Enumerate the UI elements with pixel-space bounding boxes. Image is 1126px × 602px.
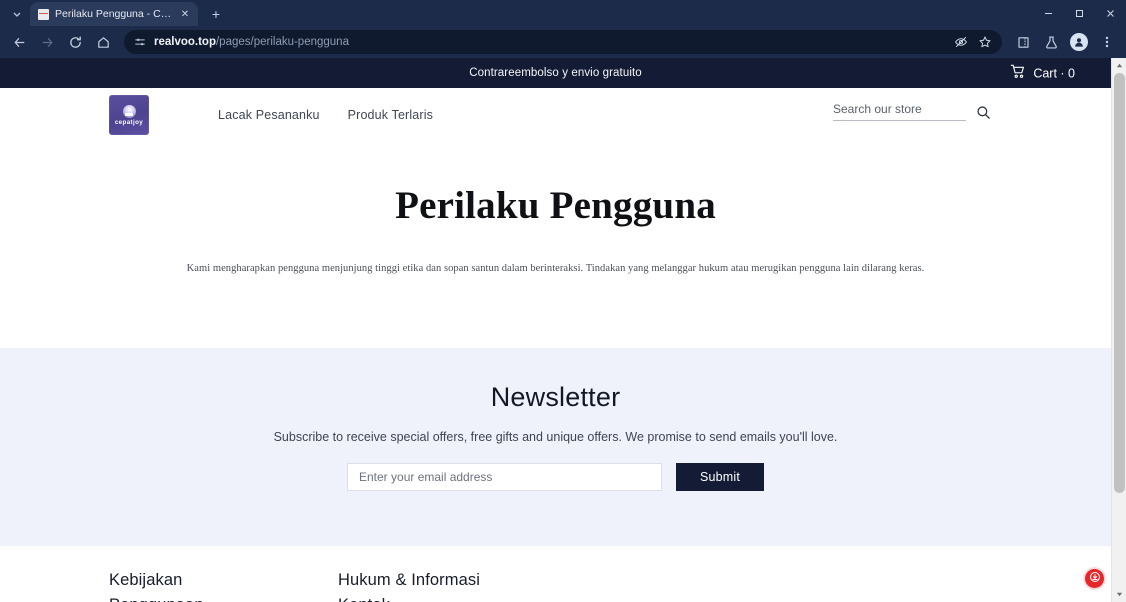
announcement-text: Contrareembolso y envio gratuito xyxy=(469,67,642,79)
newsletter-subtitle: Subscribe to receive special offers, fre… xyxy=(273,429,838,444)
window-close-icon[interactable] xyxy=(1095,0,1126,26)
search-input[interactable] xyxy=(833,102,966,121)
browser-tab-active[interactable]: Perilaku Pengguna - CepatJoy ✕ xyxy=(30,2,198,26)
newsletter-section: Newsletter Subscribe to receive special … xyxy=(0,347,1111,546)
window-controls xyxy=(1033,0,1126,26)
new-tab-button[interactable]: + xyxy=(204,3,228,25)
logo-mark-icon xyxy=(122,104,136,118)
footer-heading: Kebijakan Penggunaan xyxy=(109,570,204,602)
forward-icon[interactable] xyxy=(34,29,60,55)
scrollbar-thumb[interactable] xyxy=(1114,73,1125,493)
nav-link-produk-terlaris[interactable]: Produk Terlaris xyxy=(348,108,433,122)
search-box xyxy=(833,102,991,121)
url-path: /pages/perilaku-pengguna xyxy=(215,36,349,48)
site-header: cepatjoy Lacak Pesananku Produk Terlaris xyxy=(0,88,1111,143)
submit-button[interactable]: Submit xyxy=(676,462,764,491)
article-body-text: Kami mengharapkan pengguna menjunjung ti… xyxy=(186,262,925,274)
cart-button[interactable]: Cart · 0 xyxy=(1010,64,1075,83)
back-icon[interactable] xyxy=(6,29,32,55)
footer-columns: Kebijakan Penggunaan Menerima Syarat Per… xyxy=(109,546,1002,602)
tab-title: Perilaku Pengguna - CepatJoy xyxy=(55,8,172,20)
footer-column-hukum-informasi-kontak: Hukum & Informasi Kontak Pernyataan Peny… xyxy=(338,568,496,602)
site-logo[interactable]: cepatjoy xyxy=(109,95,149,135)
page-content: Contrareembolso y envio gratuito Cart · … xyxy=(0,58,1111,602)
page-title: Perilaku Pengguna xyxy=(395,184,716,227)
close-icon[interactable]: ✕ xyxy=(178,7,192,21)
browser-toolbar: realvoo.top/pages/perilaku-pengguna xyxy=(0,26,1126,58)
split-tab-icon[interactable] xyxy=(1010,29,1036,55)
logo-text: cepatjoy xyxy=(114,118,144,126)
minimize-icon[interactable] xyxy=(1033,0,1064,26)
article-section: Perilaku Pengguna Kami mengharapkan peng… xyxy=(0,143,1111,348)
address-bar[interactable]: realvoo.top/pages/perilaku-pengguna xyxy=(124,30,1002,54)
newsletter-title: Newsletter xyxy=(490,381,621,412)
url-domain: realvoo.top xyxy=(154,36,216,48)
footer-column-kebijakan-penggunaan: Kebijakan Penggunaan Menerima Syarat Per… xyxy=(109,568,267,602)
download-circle-icon xyxy=(1089,570,1101,588)
three-dot-menu-icon[interactable] xyxy=(1094,29,1120,55)
page-viewport: Contrareembolso y envio gratuito Cart · … xyxy=(0,58,1126,602)
cart-count-label: Cart · 0 xyxy=(1033,66,1075,80)
floating-action-badge[interactable] xyxy=(1085,569,1104,588)
reload-icon[interactable] xyxy=(62,29,88,55)
browser-window: Perilaku Pengguna - CepatJoy ✕ + xyxy=(0,0,1126,602)
page-scrollbar[interactable] xyxy=(1111,58,1126,602)
star-icon[interactable] xyxy=(978,35,992,49)
main-navigation: Lacak Pesananku Produk Terlaris xyxy=(218,108,433,122)
eye-slash-icon[interactable] xyxy=(954,35,968,49)
shopping-cart-icon xyxy=(1010,64,1026,83)
flask-icon[interactable] xyxy=(1038,29,1064,55)
email-field[interactable] xyxy=(347,462,662,491)
page-favicon xyxy=(38,8,49,20)
tab-search-button[interactable] xyxy=(4,3,30,25)
announcement-bar: Contrareembolso y envio gratuito Cart · … xyxy=(0,58,1111,88)
newsletter-form: Submit xyxy=(0,462,1111,491)
nav-link-lacak-pesananku[interactable]: Lacak Pesananku xyxy=(218,108,320,122)
home-icon[interactable] xyxy=(90,29,116,55)
article-spacer xyxy=(0,274,1111,348)
tab-strip: Perilaku Pengguna - CepatJoy ✕ + xyxy=(0,0,1126,26)
avatar xyxy=(1070,33,1088,51)
site-footer: Kebijakan Penggunaan Menerima Syarat Per… xyxy=(0,545,1111,602)
maximize-icon[interactable] xyxy=(1064,0,1095,26)
scroll-down-arrow-icon[interactable] xyxy=(1112,587,1126,602)
tune-icon[interactable] xyxy=(134,36,146,48)
search-icon[interactable] xyxy=(976,105,991,121)
profile-avatar-icon[interactable] xyxy=(1066,29,1092,55)
address-text: realvoo.top/pages/perilaku-pengguna xyxy=(154,36,349,48)
footer-heading: Hukum & Informasi Kontak xyxy=(338,570,480,602)
scroll-up-arrow-icon[interactable] xyxy=(1112,58,1126,73)
